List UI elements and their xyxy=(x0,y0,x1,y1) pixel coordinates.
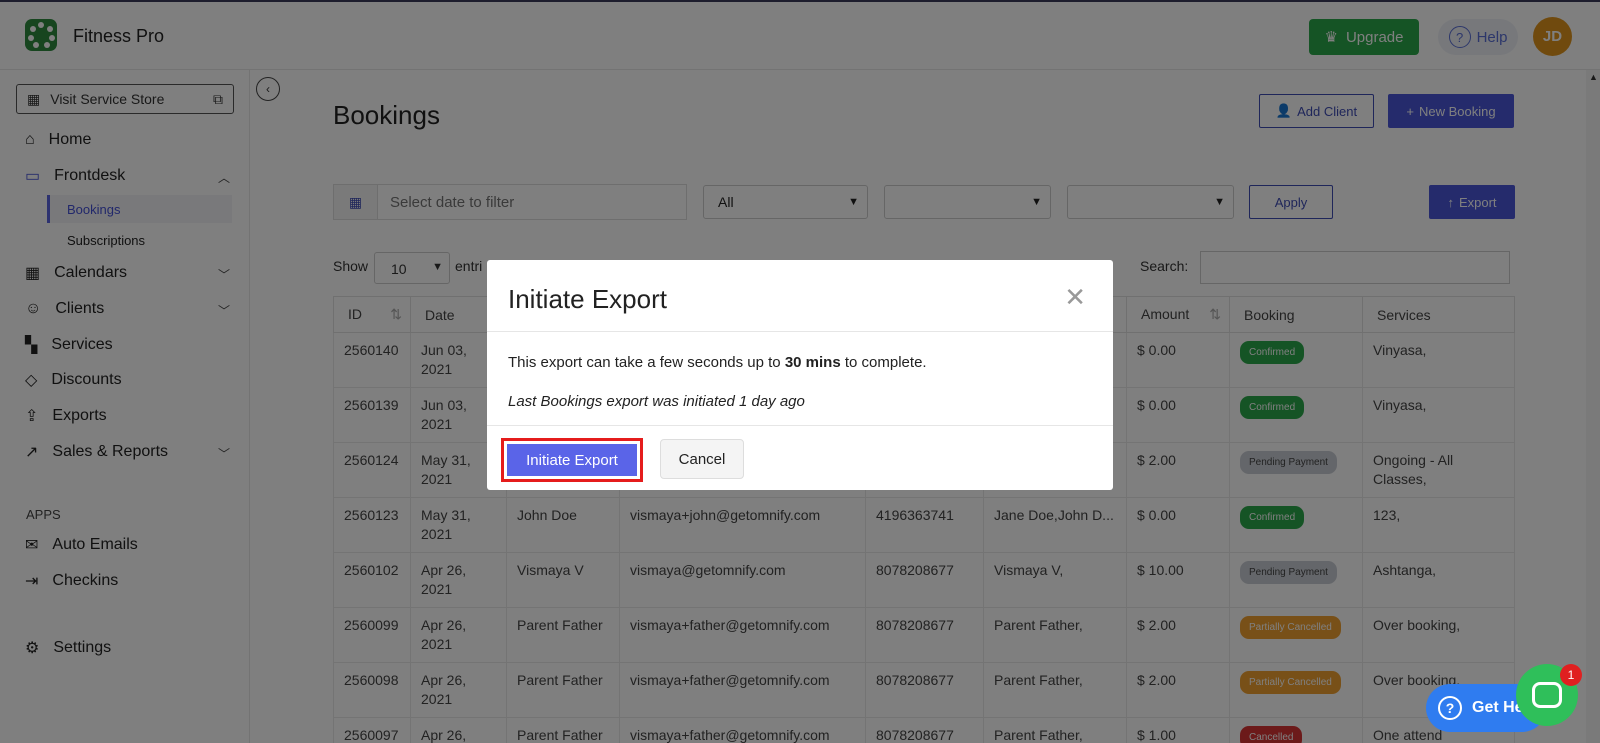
chat-bubble-icon xyxy=(1532,682,1562,708)
modal-header: Initiate Export ✕ xyxy=(487,260,1113,332)
cancel-button[interactable]: Cancel xyxy=(660,439,744,479)
export-duration-text: This export can take a few seconds up to… xyxy=(508,354,927,371)
initiate-export-label: Initiate Export xyxy=(507,444,637,476)
modal-title: Initiate Export xyxy=(508,284,667,314)
chat-notification-badge: 1 xyxy=(1560,664,1582,686)
modal-body: This export can take a few seconds up to… xyxy=(487,332,1113,426)
initiate-export-modal: Initiate Export ✕ This export can take a… xyxy=(487,260,1113,490)
close-icon[interactable]: ✕ xyxy=(1064,282,1086,313)
last-export-text: Last Bookings export was initiated 1 day… xyxy=(508,393,805,410)
question-circle-icon: ? xyxy=(1438,696,1462,720)
initiate-export-button[interactable]: Initiate Export xyxy=(501,438,643,482)
